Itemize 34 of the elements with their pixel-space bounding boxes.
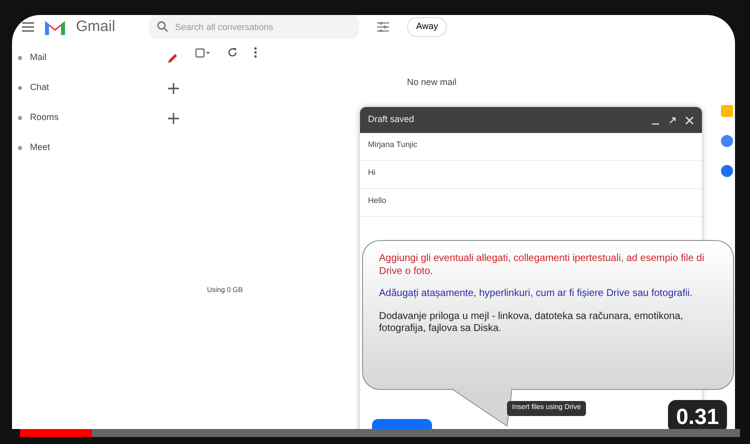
app-name: Gmail (76, 16, 116, 37)
search-field[interactable]: Search all conversations (149, 15, 360, 39)
mail-logo-icon (44, 19, 66, 35)
contacts-icon[interactable] (721, 165, 733, 177)
sidebar-item[interactable]: Chat (30, 81, 50, 95)
plus-icon[interactable] (168, 112, 179, 124)
expand-icon[interactable] (668, 116, 677, 124)
bullet-icon (18, 146, 22, 150)
compose-title: Draft saved (368, 113, 414, 126)
callout-text: Dodavanje priloga u mejl - linkova, datoteka sa računara, emotikona, fotografija, fajlova sa Diska. (379, 310, 684, 336)
search-icon (157, 21, 168, 32)
bullet-icon (18, 86, 22, 90)
status-dropdown[interactable]: Away (407, 17, 448, 37)
video-duration: 0.31 (668, 400, 727, 429)
sidebar-item[interactable]: Meet (30, 141, 50, 155)
empty-message: No new mail (407, 76, 457, 89)
subject-field[interactable]: Hi (368, 168, 376, 177)
filter-icon[interactable] (377, 22, 390, 32)
bullet-icon (18, 56, 22, 60)
refresh-icon[interactable] (227, 47, 238, 58)
bullet-icon (18, 116, 22, 120)
pencil-icon[interactable] (167, 52, 179, 64)
sidebar-item[interactable]: Mail (30, 51, 47, 65)
sidebar-item[interactable]: Rooms (30, 111, 59, 125)
body-text[interactable]: Hello (368, 196, 386, 205)
menu-icon[interactable] (22, 22, 34, 32)
callout-text: Adăugați atașamente, hyperlinkuri, cum ar fi fișiere Drive sau fotografii. (379, 288, 694, 300)
recipient-field[interactable]: Mirjana Tunjic (368, 140, 418, 149)
tasks-icon[interactable] (721, 135, 733, 147)
select-checkbox-icon[interactable] (195, 48, 211, 58)
more-icon[interactable] (254, 47, 257, 58)
plus-icon[interactable] (168, 82, 179, 94)
close-icon[interactable] (685, 116, 694, 124)
callout-text: Aggiungi gli eventuali allegati, collegamenti ipertestuali, ad esempio file di Drive o foto. (379, 253, 706, 278)
